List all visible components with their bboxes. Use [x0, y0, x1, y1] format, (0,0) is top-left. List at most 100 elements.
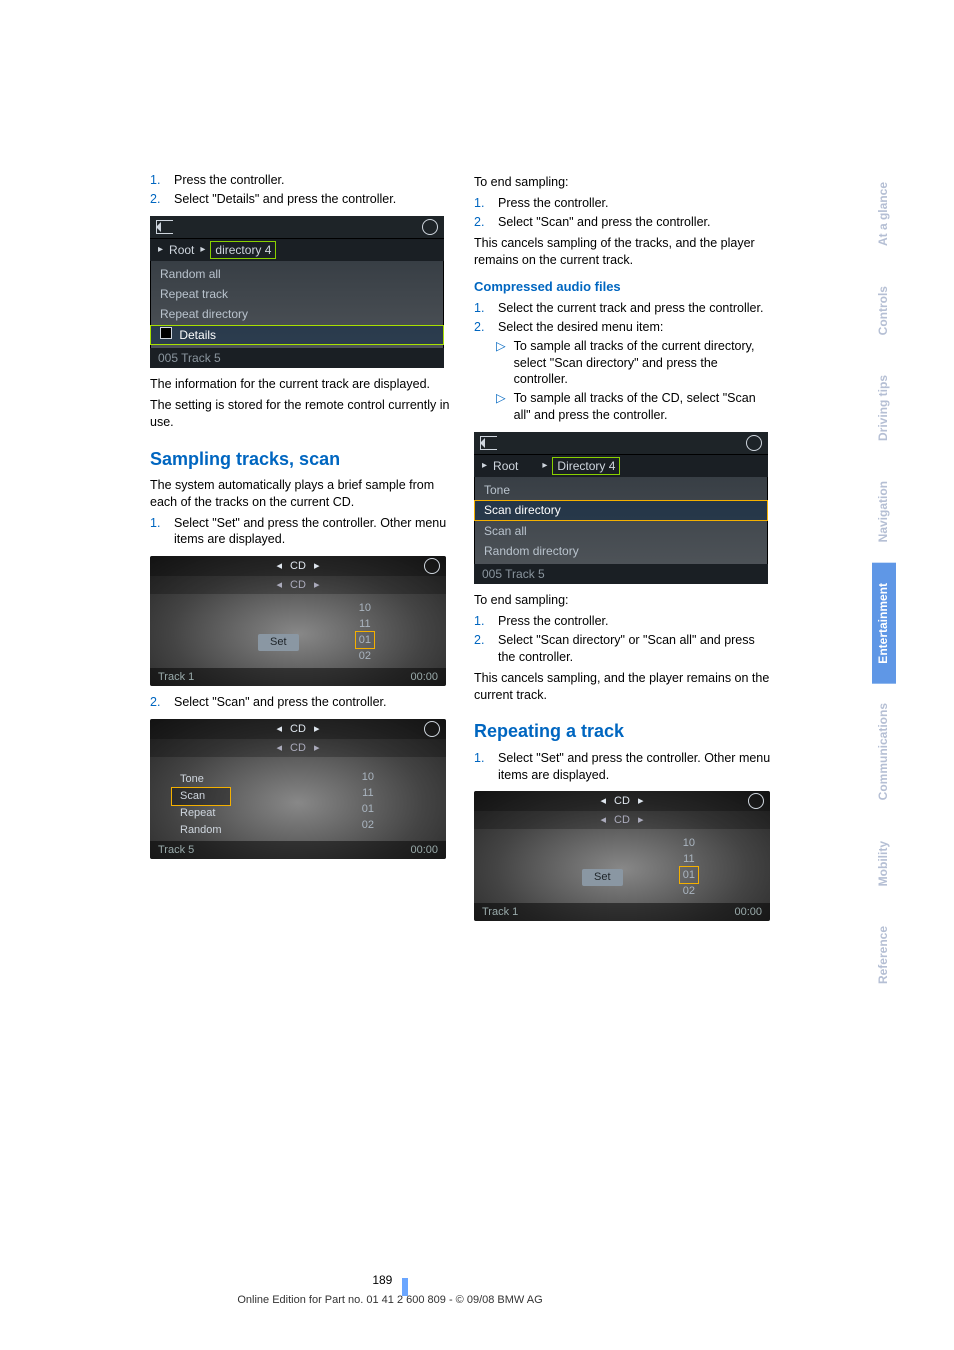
list-item: 1. Press the controller. [474, 613, 774, 630]
side-tabs: At a glance Controls Driving tips Naviga… [872, 162, 896, 1004]
track-label: Track 5 [158, 843, 194, 858]
left-column: 1. Press the controller. 2. Select "Deta… [150, 170, 450, 929]
track-number: 01 [680, 867, 698, 883]
menu-row: Repeat [172, 805, 230, 822]
step-number: 1. [474, 750, 488, 784]
triangle-bullet-icon: ▷ [496, 390, 506, 424]
menu-row-selected: Details [150, 325, 444, 345]
sub-bullet-text: To sample all tracks of the current dire… [514, 338, 774, 389]
step-text: Select the desired menu item: [498, 319, 663, 336]
step-number: 1. [150, 515, 164, 549]
menu-row: Random [172, 822, 230, 839]
nav-right-icon: ▸ [638, 794, 644, 809]
step-number: 2. [474, 632, 488, 666]
right-column: To end sampling: 1. Press the controller… [474, 170, 774, 929]
step-text: Select "Set" and press the controller. O… [498, 750, 774, 784]
list-item: 1. Select "Set" and press the controller… [150, 515, 450, 549]
step-text: Select the current track and press the c… [498, 300, 763, 317]
breadcrumb-root: Root [493, 458, 518, 474]
tab-mobility[interactable]: Mobility [872, 821, 896, 906]
step-text: Select "Details" and press the controlle… [174, 191, 396, 208]
list-item: 1. Press the controller. [150, 172, 450, 189]
menu-row: Scan all [474, 521, 768, 541]
nav-left-icon: ◂ [277, 741, 283, 756]
breadcrumb-dir: Directory 4 [553, 458, 619, 474]
nav-left-icon: ◂ [277, 578, 283, 593]
tab-navigation[interactable]: Navigation [872, 461, 896, 562]
body-text: This cancels sampling, and the player re… [474, 670, 774, 704]
track-number: 02 [356, 648, 374, 664]
body-text: The information for the current track ar… [150, 376, 450, 393]
track-time: 00:00 [410, 670, 438, 685]
step-text: Press the controller. [174, 172, 284, 189]
menu-row: Repeat track [150, 284, 444, 304]
breadcrumb-caret-icon: ▸ [200, 243, 205, 257]
info-icon [422, 219, 438, 235]
track-label: Track 1 [482, 905, 518, 920]
nav-left-icon: ◂ [601, 813, 607, 828]
idrive-screenshot-cd-set: ◂ CD ▸ ◂ CD ▸ 10 11 01 02 Set [150, 556, 446, 686]
step-number: 1. [474, 195, 488, 212]
nav-right-icon: ▸ [314, 741, 320, 756]
subheading-compressed: Compressed audio files [474, 278, 774, 296]
menu-row: Random all [150, 264, 444, 284]
info-icon [424, 721, 440, 737]
step-text: Select "Scan" and press the controller. [174, 694, 386, 711]
track-number: 10 [356, 600, 374, 616]
body-text: This cancels sampling of the tracks, and… [474, 235, 774, 269]
track-number-column: 10 11 01 02 [680, 835, 698, 899]
step-number: 1. [150, 172, 164, 189]
step-number: 2. [474, 319, 488, 336]
footer-line: Online Edition for Part no. 01 41 2 600 … [0, 1294, 780, 1306]
track-number-column: 10 11 01 02 [362, 769, 374, 833]
tab-communications[interactable]: Communications [872, 683, 896, 820]
tab-controls[interactable]: Controls [872, 266, 896, 355]
section-heading-repeating: Repeating a track [474, 719, 774, 743]
idrive-screenshot-details: ▸ Root ▸ directory 4 Random all Repeat t… [150, 216, 444, 368]
breadcrumb-caret-icon: ▸ [542, 459, 547, 473]
shot-footer: 005 Track 5 [482, 566, 545, 582]
tab-driving-tips[interactable]: Driving tips [872, 355, 896, 461]
step-text: Press the controller. [498, 613, 608, 630]
menu-row: Tone [172, 771, 230, 788]
menu-row-selected: Scan [172, 788, 230, 805]
step-text: Select "Set" and press the controller. O… [174, 515, 450, 549]
step-number: 1. [474, 613, 488, 630]
info-icon [746, 435, 762, 451]
track-number: 11 [362, 785, 374, 801]
track-number: 01 [356, 632, 374, 648]
track-time: 00:00 [410, 843, 438, 858]
section-heading-sampling: Sampling tracks, scan [150, 447, 450, 471]
breadcrumb-dir: directory 4 [211, 242, 275, 258]
triangle-bullet-icon: ▷ [496, 338, 506, 389]
list-item: 2. Select "Scan directory" or "Scan all"… [474, 632, 774, 666]
info-icon [748, 793, 764, 809]
cd-sub-label: CD [290, 741, 306, 756]
idrive-screenshot-scan-directory: ▸ Root ▸ Directory 4 Tone Scan directory… [474, 432, 768, 584]
list-item: 1. Press the controller. [474, 195, 774, 212]
step-number: 2. [150, 694, 164, 711]
cd-sub-label: CD [614, 813, 630, 828]
step-number: 1. [474, 300, 488, 317]
step-text: Press the controller. [498, 195, 608, 212]
list-item: 2. Select "Scan" and press the controlle… [474, 214, 774, 231]
nav-right-icon: ▸ [314, 559, 320, 574]
track-number: 10 [680, 835, 698, 851]
back-arrow-icon [156, 220, 173, 234]
track-number: 02 [680, 883, 698, 899]
tab-at-a-glance[interactable]: At a glance [872, 162, 896, 266]
idrive-screenshot-cd-scan: ◂ CD ▸ ◂ CD ▸ Tone Scan Repeat Random [150, 719, 446, 859]
menu-row-label: Details [179, 328, 216, 342]
list-item: 1. Select "Set" and press the controller… [474, 750, 774, 784]
track-label: Track 1 [158, 670, 194, 685]
tab-reference[interactable]: Reference [872, 906, 896, 1004]
idrive-screenshot-cd-set-2: ◂ CD ▸ ◂ CD ▸ 10 11 01 02 Set [474, 791, 770, 921]
nav-left-icon: ◂ [277, 559, 283, 574]
track-number: 10 [362, 769, 374, 785]
cd-menu-list: Tone Scan Repeat Random [172, 771, 230, 838]
breadcrumb-caret-icon: ▸ [482, 459, 487, 473]
body-text: The system automatically plays a brief s… [150, 477, 450, 511]
tab-entertainment[interactable]: Entertainment [872, 563, 896, 684]
cd-top-label: CD [614, 794, 630, 809]
menu-row: Random directory [474, 541, 768, 561]
